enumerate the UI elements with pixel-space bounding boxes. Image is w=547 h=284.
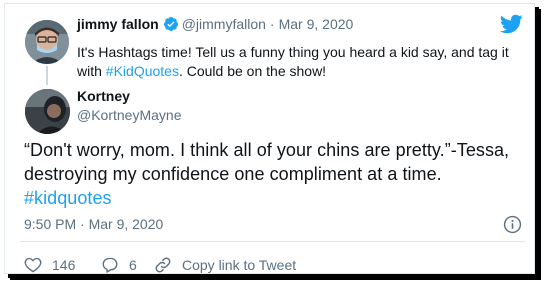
reply-text-body: “Don't worry, mom. I think all of your c…: [24, 140, 510, 184]
info-icon[interactable]: [503, 215, 522, 239]
copy-link-label: Copy link to Tweet: [182, 257, 297, 273]
link-icon: [155, 257, 171, 273]
jimmy-fallon-avatar[interactable]: [25, 20, 69, 64]
quoted-text-after: . Could be on the show!: [178, 63, 327, 79]
reply-author-name-row: Kortney: [77, 88, 130, 106]
reply-author-name[interactable]: Kortney: [77, 88, 130, 104]
copy-link-button[interactable]: Copy link to Tweet: [154, 256, 296, 274]
kortney-avatar[interactable]: [25, 89, 70, 134]
quoted-tweet-text: It's Hashtags time! Tell us a funny thin…: [77, 43, 527, 81]
tweet-timestamp[interactable]: 9:50 PM · Mar 9, 2020: [24, 216, 163, 232]
like-count: 146: [52, 256, 76, 273]
twitter-bird-icon[interactable]: [499, 14, 523, 39]
reply-bubble-icon: [102, 257, 118, 273]
reply-tweet-text: “Don't worry, mom. I think all of your c…: [24, 138, 529, 210]
reply-button[interactable]: 6: [101, 256, 137, 273]
quoted-author-name[interactable]: jimmy fallon: [77, 16, 159, 32]
thread-connector-line: [46, 66, 48, 85]
verified-badge-icon: [163, 16, 179, 37]
hashtag-kidquotes-lower-link[interactable]: #kidquotes: [24, 188, 112, 208]
quoted-author-handle[interactable]: @jimmyfallon: [182, 16, 266, 32]
tweet-card: jimmy fallon @jimmyfallon · Mar 9, 2020 It'…: [4, 3, 535, 274]
quoted-date[interactable]: Mar 9, 2020: [279, 16, 354, 32]
heart-icon: [24, 257, 42, 273]
quoted-tweet-header: jimmy fallon @jimmyfallon · Mar 9, 2020: [77, 16, 353, 37]
reply-count: 6: [129, 256, 137, 273]
like-button[interactable]: 146: [24, 256, 75, 273]
hashtag-kidquotes-link[interactable]: #KidQuotes: [106, 63, 179, 79]
reply-author-handle-row: @KortneyMayne: [77, 107, 181, 125]
reply-author-handle[interactable]: @KortneyMayne: [77, 107, 181, 123]
header-separator: ·: [269, 16, 275, 32]
actions-divider: [20, 241, 526, 242]
